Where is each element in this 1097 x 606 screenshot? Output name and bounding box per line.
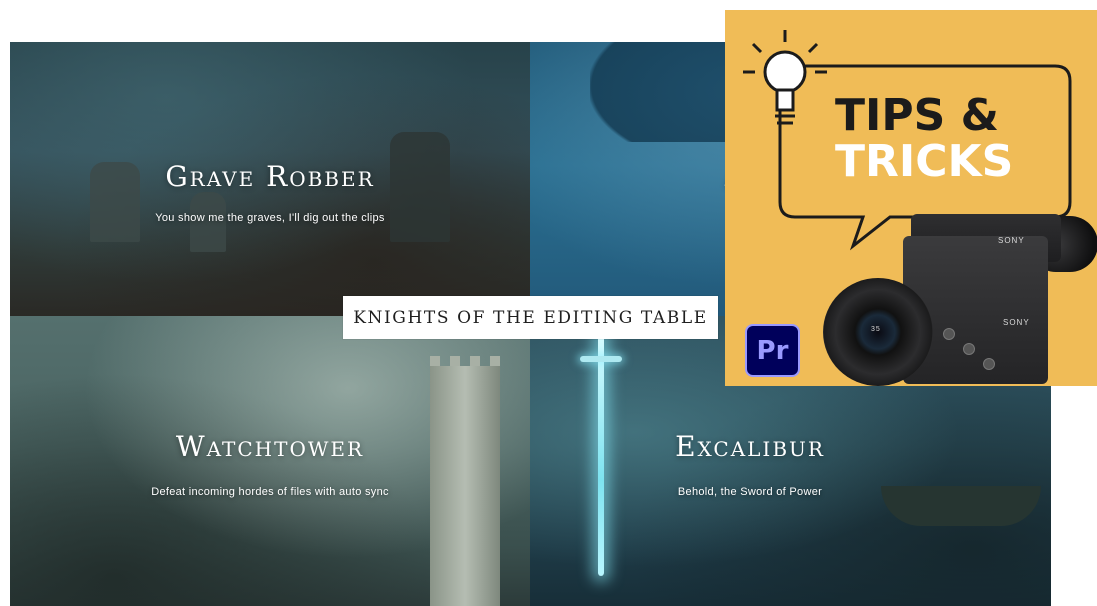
camera-knob xyxy=(983,358,995,370)
lens-label: 35 xyxy=(871,326,881,333)
tile-title: Watchtower xyxy=(175,430,365,463)
tile-title: Excalibur xyxy=(675,430,825,463)
sword-guard-shape xyxy=(580,356,622,362)
tile-subtitle: Behold, the Sword of Power xyxy=(677,486,823,498)
camera-knob xyxy=(943,328,955,340)
premiere-pro-logo: Pr xyxy=(745,324,800,377)
tips-heading-line2: TRICKS xyxy=(835,136,1014,187)
boat-shape xyxy=(881,486,1041,526)
camera-brand-side: SONY xyxy=(1003,318,1030,327)
camera-image: SONY SONY 35 xyxy=(823,208,1097,386)
section-banner: KNIGHTS OF THE EDITING TABLE xyxy=(343,296,718,339)
tile-subtitle: Defeat incoming hordes of files with aut… xyxy=(151,486,389,498)
tile-title: Grave Robber xyxy=(165,160,375,193)
camera-brand-top: SONY xyxy=(998,236,1025,245)
page: Grave Robber You show me the graves, I'l… xyxy=(0,0,1097,606)
tips-and-tricks-card[interactable]: TIPS & TRICKS SONY SONY 35 Pr xyxy=(725,10,1097,386)
camera-knob xyxy=(963,343,975,355)
tile-watchtower[interactable]: Watchtower Defeat incoming hordes of fil… xyxy=(10,316,530,606)
sword-shape xyxy=(598,336,604,576)
tips-heading-line1: TIPS & xyxy=(835,90,1000,141)
tile-grave-robber[interactable]: Grave Robber You show me the graves, I'l… xyxy=(10,42,530,316)
tile-subtitle: You show me the graves, I'll dig out the… xyxy=(155,212,385,224)
